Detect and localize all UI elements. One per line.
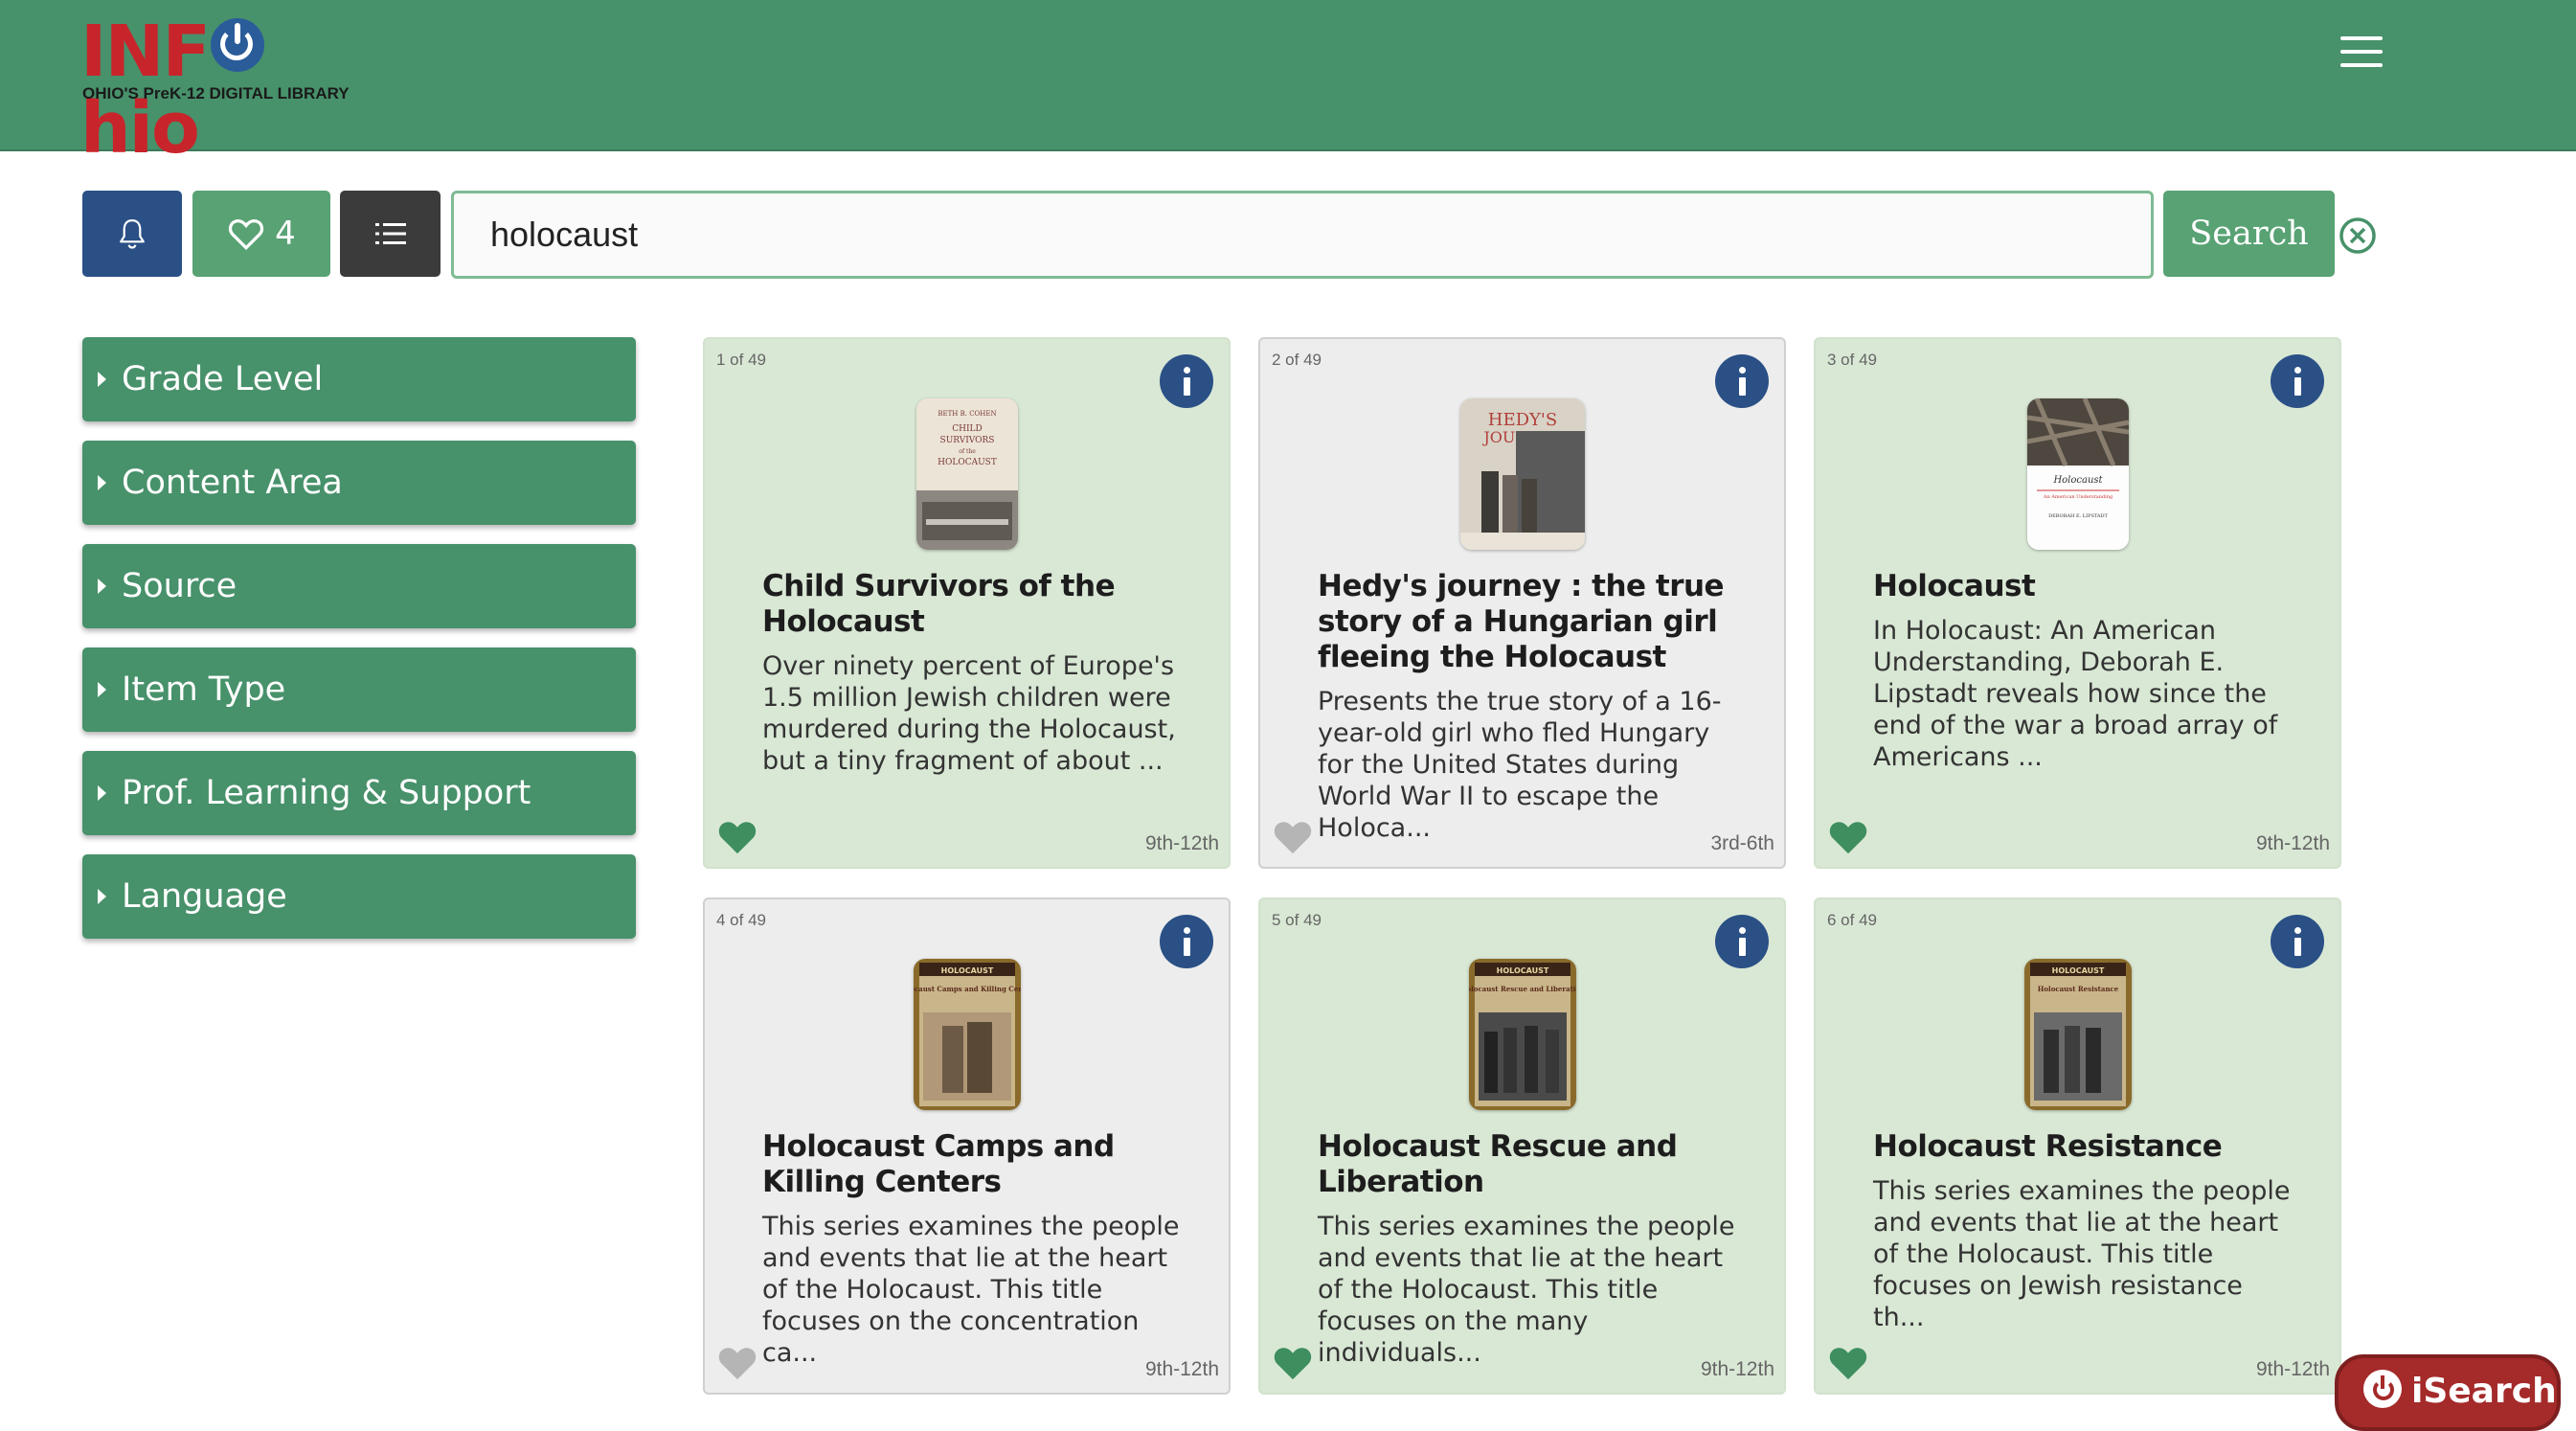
- favorites-button[interactable]: 4: [192, 191, 330, 277]
- result-count: 3 of 49: [1827, 351, 1877, 369]
- result-count: 4 of 49: [716, 911, 766, 929]
- svg-text:HOLOCAUST: HOLOCAUST: [2051, 966, 2104, 975]
- grade-range: 9th-12th: [1144, 832, 1219, 854]
- result-description: This series examines the people and even…: [1318, 1212, 1735, 1368]
- result-description: Presents the true story of a 16-year-old…: [1318, 687, 1722, 843]
- info-icon[interactable]: [2271, 354, 2324, 408]
- list-view-button[interactable]: [340, 191, 441, 277]
- svg-text:HOLOCAUST: HOLOCAUST: [1496, 966, 1548, 975]
- infohio-logo[interactable]: INFhio OHIO'S PreK-12 DIGITAL LIBRARY: [80, 13, 377, 167]
- isearch-label: iSearch: [2411, 1372, 2557, 1411]
- heart-icon[interactable]: [1827, 1343, 1869, 1381]
- info-icon[interactable]: [1160, 915, 1213, 968]
- power-icon: [211, 18, 265, 72]
- heart-icon[interactable]: [716, 1343, 758, 1381]
- bell-icon: [120, 219, 145, 249]
- facet-label: Language: [122, 877, 287, 916]
- site-header: INFhio OHIO'S PreK-12 DIGITAL LIBRARY: [0, 0, 2576, 167]
- result-card[interactable]: 2 of 49 HEDY'S JOURNEY Hedy's journey : …: [1258, 337, 1786, 869]
- result-count: 5 of 49: [1272, 911, 1322, 929]
- heart-icon[interactable]: [1827, 817, 1869, 855]
- book-cover[interactable]: HOLOCAUST Holocaust Rescue and Liberatio…: [1468, 959, 1576, 1110]
- result-title[interactable]: Holocaust Camps and Killing Centers: [762, 1129, 1200, 1200]
- facet-label: Item Type: [122, 670, 286, 709]
- result-description: In Holocaust: An American Understanding,…: [1873, 616, 2278, 772]
- grade-range: 9th-12th: [2255, 832, 2330, 854]
- svg-text:HOLOCAUST: HOLOCAUST: [938, 458, 997, 467]
- book-cover[interactable]: Holocaust An American Understanding DEBO…: [2026, 398, 2129, 550]
- result-title[interactable]: Child Survivors of the Holocaust: [762, 569, 1200, 640]
- close-circle-icon[interactable]: [2339, 216, 2377, 255]
- result-card[interactable]: 3 of 49 Holocaust An American Understand…: [1814, 337, 2341, 869]
- result-description: This series examines the people and even…: [1873, 1176, 2291, 1332]
- facet-label: Grade Level: [122, 360, 324, 398]
- list-icon: [374, 223, 406, 244]
- book-cover[interactable]: BETH B. COHEN CHILD SURVIVORS of the HOL…: [915, 398, 1018, 550]
- result-description: This series examines the people and even…: [762, 1212, 1180, 1368]
- svg-text:An American Understanding: An American Understanding: [2042, 494, 2113, 500]
- facet-grade-level[interactable]: Grade Level: [82, 337, 636, 421]
- result-count: 1 of 49: [716, 351, 766, 369]
- facet-label: Content Area: [122, 464, 343, 502]
- info-icon[interactable]: [2271, 915, 2324, 968]
- book-cover[interactable]: HOLOCAUST Holocaust Resistance: [2023, 959, 2132, 1110]
- svg-text:BETH B. COHEN: BETH B. COHEN: [938, 410, 996, 418]
- svg-text:Holocaust Rescue and Liberatio: Holocaust Rescue and Liberation: [1469, 985, 1576, 993]
- facet-content-area[interactable]: Content Area: [82, 441, 636, 525]
- heart-icon: [229, 219, 264, 251]
- svg-text:Holocaust Resistance: Holocaust Resistance: [2037, 985, 2118, 993]
- result-count: 2 of 49: [1272, 351, 1322, 369]
- result-title[interactable]: Holocaust Resistance: [1873, 1129, 2311, 1165]
- facet-item-type[interactable]: Item Type: [82, 647, 636, 732]
- caret-right-icon: [98, 475, 106, 490]
- favorites-count: 4: [275, 215, 296, 253]
- result-card[interactable]: 1 of 49 BETH B. COHEN CHILD SURVIVORS of…: [703, 337, 1231, 869]
- caret-right-icon: [98, 682, 106, 697]
- search-button[interactable]: Search: [2163, 191, 2335, 277]
- grade-range: 9th-12th: [1144, 1358, 1219, 1380]
- power-icon: [2363, 1370, 2402, 1408]
- svg-text:HEDY'S: HEDY'S: [1487, 410, 1556, 430]
- caret-right-icon: [98, 579, 106, 594]
- svg-text:CHILD: CHILD: [952, 424, 982, 434]
- caret-right-icon: [98, 785, 106, 801]
- caret-right-icon: [98, 889, 106, 904]
- facet-prof-learning-support[interactable]: Prof. Learning & Support: [82, 751, 636, 835]
- result-count: 6 of 49: [1827, 911, 1877, 929]
- search-input[interactable]: [451, 191, 2154, 279]
- facet-language[interactable]: Language: [82, 854, 636, 939]
- book-cover[interactable]: HEDY'S JOURNEY: [1459, 398, 1585, 550]
- heart-icon[interactable]: [1272, 1343, 1314, 1381]
- result-title[interactable]: Holocaust Rescue and Liberation: [1318, 1129, 1755, 1200]
- result-description: Over ninety percent of Europe's 1.5 mill…: [762, 651, 1176, 776]
- grade-range: 9th-12th: [2255, 1358, 2330, 1380]
- svg-text:Holocaust: Holocaust: [2052, 475, 2103, 486]
- svg-text:HOLOCAUST: HOLOCAUST: [940, 966, 993, 975]
- result-title[interactable]: Hedy's journey : the true story of a Hun…: [1318, 569, 1755, 675]
- result-title[interactable]: Holocaust: [1873, 569, 2311, 604]
- grade-range: 3rd-6th: [1710, 832, 1774, 854]
- result-card[interactable]: 6 of 49 HOLOCAUST Holocaust Resistance H…: [1814, 897, 2341, 1395]
- notifications-button[interactable]: [82, 191, 182, 277]
- info-icon[interactable]: [1715, 354, 1769, 408]
- info-icon[interactable]: [1160, 354, 1213, 408]
- result-card[interactable]: 4 of 49 HOLOCAUST Holocaust Camps and Ki…: [703, 897, 1231, 1395]
- heart-icon[interactable]: [1272, 817, 1314, 855]
- info-icon[interactable]: [1715, 915, 1769, 968]
- svg-text:of the: of the: [959, 448, 976, 455]
- grade-range: 9th-12th: [1700, 1358, 1774, 1380]
- svg-text:Holocaust Camps and Killing Ce: Holocaust Camps and Killing Centers: [914, 985, 1021, 993]
- facet-label: Source: [122, 567, 237, 605]
- logo-tagline: OHIO'S PreK-12 DIGITAL LIBRARY: [82, 84, 350, 102]
- facet-label: Prof. Learning & Support: [122, 774, 531, 812]
- caret-right-icon: [98, 372, 106, 387]
- heart-icon[interactable]: [716, 817, 758, 855]
- result-card[interactable]: 5 of 49 HOLOCAUST Holocaust Rescue and L…: [1258, 897, 1786, 1395]
- facet-source[interactable]: Source: [82, 544, 636, 628]
- isearch-button[interactable]: iSearch: [2335, 1354, 2561, 1431]
- hamburger-icon[interactable]: [2340, 36, 2383, 69]
- svg-text:SURVIVORS: SURVIVORS: [939, 436, 994, 445]
- svg-text:DEBORAH E. LIPSTADT: DEBORAH E. LIPSTADT: [2048, 513, 2108, 519]
- book-cover[interactable]: HOLOCAUST Holocaust Camps and Killing Ce…: [913, 959, 1021, 1110]
